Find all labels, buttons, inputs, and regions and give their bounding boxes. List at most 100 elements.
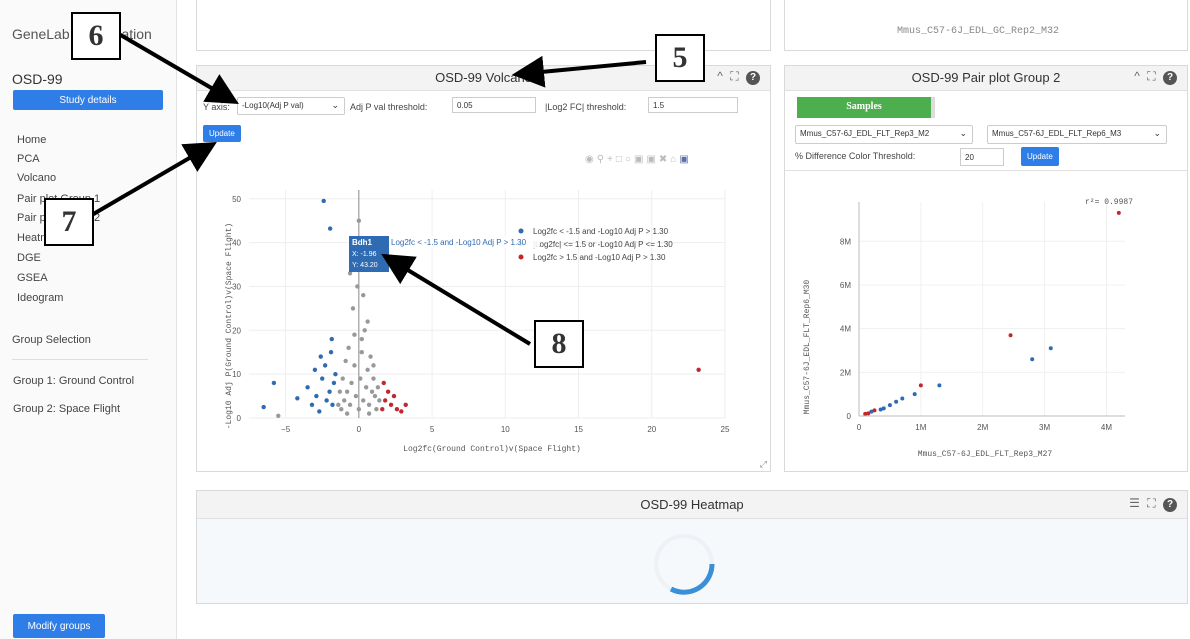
nav-pca[interactable]: PCA [17,153,40,165]
sample-y-select[interactable]: Mmus_C57-6J_EDL_FLT_Rep6_M3 ⌄ [987,125,1167,144]
volcano-point[interactable] [375,385,381,390]
volcano-point[interactable] [339,407,344,412]
resize-handle-icon[interactable]: ⤢ [760,459,767,470]
volcano-point[interactable] [374,407,379,412]
fullscreen-icon[interactable]: ⛶ [1147,69,1157,83]
autoscale-icon[interactable]: ✖ [659,154,670,165]
volcano-point[interactable] [305,385,310,390]
volcano-point[interactable] [321,198,326,204]
zoom-icon[interactable]: ⚲ [597,154,607,165]
volcano-point[interactable] [318,354,323,359]
pairplot-point[interactable] [937,383,942,388]
zoom-in-icon[interactable]: ▣ [634,154,646,165]
pairplot-point[interactable] [872,408,877,413]
volcano-point[interactable] [347,402,353,408]
volcano-point[interactable] [365,367,370,372]
nav-dge[interactable]: DGE [17,252,41,264]
volcano-point[interactable] [271,380,277,386]
fullscreen-icon[interactable]: ⛶ [730,69,740,83]
log2fc-input[interactable] [648,97,738,113]
volcano-point[interactable] [344,389,350,394]
pairplot-point[interactable] [1116,210,1121,215]
volcano-point[interactable] [369,389,375,394]
collapse-icon[interactable]: ^ [717,69,725,83]
volcano-point[interactable] [380,407,385,412]
volcano-point[interactable] [349,380,354,386]
volcano-point[interactable] [394,407,400,412]
volcano-point[interactable] [696,367,701,372]
plotly-logo-icon[interactable]: ▣ [679,154,691,165]
pan-icon[interactable]: + [607,154,616,165]
nav-ideogram[interactable]: Ideogram [17,292,63,304]
pairplot-update-button[interactable]: Update [1021,147,1059,166]
help-icon[interactable]: ? [1163,498,1177,512]
volcano-point[interactable] [359,350,364,355]
volcano-point[interactable] [363,385,369,390]
volcano-point[interactable] [359,336,364,342]
camera-icon[interactable]: ◉ [585,154,597,165]
volcano-point[interactable] [261,404,266,410]
group-2[interactable]: Group 2: Space Flight [13,403,120,415]
group-1[interactable]: Group 1: Ground Control [13,375,134,387]
volcano-point[interactable] [362,328,367,333]
volcano-point[interactable] [330,402,335,408]
help-icon[interactable]: ? [746,71,760,85]
volcano-point[interactable] [342,398,347,403]
volcano-point[interactable] [365,319,370,324]
pairplot-point[interactable] [912,392,917,397]
volcano-point[interactable] [371,363,376,368]
samples-tab[interactable]: Samples [797,97,931,118]
pairplot-point[interactable] [881,406,886,411]
volcano-point[interactable] [399,409,404,414]
volcano-point[interactable] [391,393,397,399]
volcano-point[interactable] [314,393,319,399]
volcano-point[interactable] [371,376,376,381]
volcano-point[interactable] [328,350,334,355]
volcano-point[interactable] [333,371,338,377]
volcano-point[interactable] [356,407,362,412]
volcano-point[interactable] [383,398,388,403]
collapse-icon[interactable]: ^ [1134,69,1142,83]
volcano-point[interactable] [381,380,386,386]
threshold-input[interactable] [960,148,1004,166]
volcano-point[interactable] [331,380,337,386]
volcano-point[interactable] [340,376,345,381]
volcano-point[interactable] [355,284,360,289]
zoom-out-icon[interactable]: ▣ [646,154,658,165]
volcano-point[interactable] [295,396,300,401]
volcano-point[interactable] [350,306,356,311]
volcano-point[interactable] [327,389,332,394]
volcano-point[interactable] [346,345,351,351]
volcano-point[interactable] [358,376,363,381]
volcano-point[interactable] [377,398,382,403]
nav-gsea[interactable]: GSEA [17,272,48,284]
study-details-button[interactable]: Study details [13,90,163,110]
volcano-point[interactable] [356,218,362,223]
pairplot-point[interactable] [894,399,899,404]
volcano-point[interactable] [276,413,281,419]
volcano-point[interactable] [361,293,366,298]
volcano-point[interactable] [368,354,373,359]
pairplot-point[interactable] [866,411,871,416]
pairplot-point[interactable] [1030,357,1035,362]
volcano-point[interactable] [309,402,315,408]
volcano-point[interactable] [344,411,350,416]
volcano-point[interactable] [322,363,328,368]
volcano-point[interactable] [352,332,357,337]
modify-groups-button[interactable]: Modify groups [13,614,105,638]
volcano-point[interactable] [343,358,348,364]
pairplot-point[interactable] [887,403,892,408]
pairplot-point[interactable] [900,396,905,401]
nav-home[interactable]: Home [17,134,46,146]
pairplot-point[interactable] [918,383,923,388]
adj-p-input[interactable] [452,97,536,113]
sample-x-select[interactable]: Mmus_C57-6J_EDL_FLT_Rep3_M2 ⌄ [795,125,973,144]
volcano-point[interactable] [372,393,378,399]
fullscreen-icon[interactable]: ⛶ [1147,496,1157,510]
pairplot-point[interactable] [1048,346,1053,351]
volcano-point[interactable] [324,398,329,403]
volcano-point[interactable] [320,376,325,381]
reset-icon[interactable]: ⌂ [670,154,679,165]
volcano-point[interactable] [317,409,322,414]
volcano-point[interactable] [336,402,341,408]
